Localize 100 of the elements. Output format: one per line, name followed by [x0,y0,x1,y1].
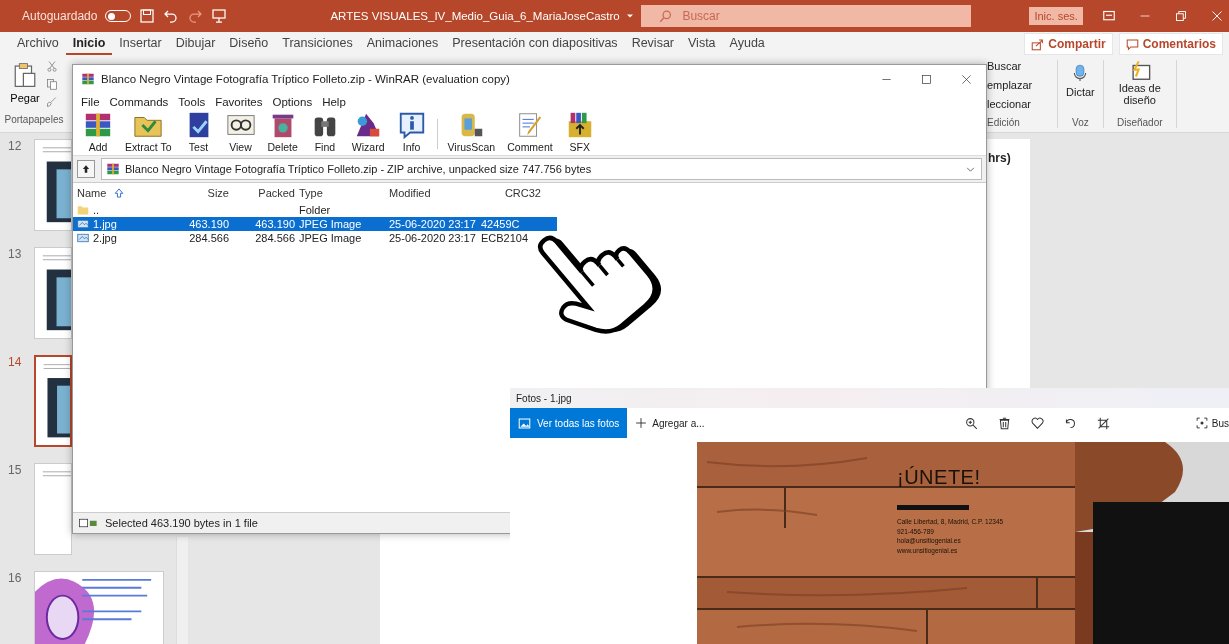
maximize-drawing [920,73,932,85]
table-cell-text: Folder [299,204,332,216]
add-to-button[interactable]: Agregar a... [627,417,713,429]
dictate-button[interactable]: Dictar [1066,60,1095,98]
window-title: Blanco Negro Vintage Fotografía Tríptico Folleto.zip - WinRAR (evaluation copy) [101,73,510,85]
window-title: Fotos - 1.jpg [516,392,572,404]
ribbon-tab[interactable]: Inicio [65,33,113,55]
menu-item[interactable]: Help [322,96,346,108]
ribbon-tab[interactable]: Ayuda [722,33,772,55]
menu-item[interactable]: Favorites [215,96,263,108]
menu-item[interactable]: File [81,96,100,108]
copy-icon [45,78,58,90]
toolbar-button[interactable]: Wizard [345,110,391,155]
image-file-icon [77,218,89,230]
toolbar-button[interactable]: View [219,110,262,155]
toolbar-button[interactable]: Delete [261,110,304,155]
toolbar-button[interactable]: Add [77,110,119,155]
ribbon-tab[interactable]: Dibujar [168,33,223,55]
slide-text: hrs) [988,151,1011,165]
search-button[interactable]: Bus [1195,417,1229,429]
slide-thumbnail[interactable] [34,355,72,447]
file-name: 2.jpg [93,232,117,244]
rotate-drawing [1063,416,1077,430]
sort-arrow-icon [114,188,125,198]
column-header[interactable]: CRC32 [481,187,541,199]
toolbar-button[interactable]: Comment [501,110,559,155]
ribbon-display-drawing [1101,10,1116,22]
group-label: Voz [1072,117,1089,128]
table-cell-text: 463.190 [188,218,229,230]
share-icon [1031,37,1045,51]
column-header[interactable]: Size [177,187,229,199]
ribbon-tab[interactable]: Diseño [222,33,276,55]
ribbon-tab[interactable]: Vista [681,33,723,55]
trash-drawing [997,416,1011,430]
undo-icon [163,8,180,24]
path-field[interactable]: Blanco Negro Vintage Fotografía Tríptico Folleto.zip - ZIP archive, unpacked size 747.756 bytes [101,158,982,180]
flyer-heading: ¡ÚNETE! [897,466,982,489]
column-header[interactable]: Name [77,187,173,199]
dropdown-caret-icon [625,12,634,20]
paste-button[interactable]: Pegar [10,60,40,104]
gallery-icon [518,416,531,430]
ribbon-tab[interactable]: Insertar [112,33,169,55]
plus-icon [635,417,648,429]
save-icon [139,8,156,24]
menu-item[interactable]: Tools [178,96,206,108]
view-all-photos-button[interactable]: Ver todas las fotos [510,408,628,438]
table-cell-text: JPEG Image [299,232,363,244]
toolbar-button[interactable]: Extract To [119,110,178,155]
file-row[interactable]: .. Folder [73,203,557,217]
ribbon-tab[interactable]: Transiciones [275,33,360,55]
file-name: 1.jpg [93,218,117,230]
toolbar-button[interactable]: Find [303,110,346,155]
autosave-label: Autoguardado [22,9,98,23]
slide-number: 15 [8,463,20,477]
document-title[interactable]: ARTES VISUALES_IV_Medio_Guia_6_MariaJoseCastro [330,10,620,22]
toolbar-button[interactable]: Info [390,110,433,155]
dropdown-caret-icon [966,164,975,174]
column-header[interactable]: Type [299,187,385,199]
comments-button[interactable]: Comentarios [1118,33,1223,55]
zoom-in-drawing [964,416,978,430]
column-header[interactable]: Packed [233,187,295,199]
ribbon-tab[interactable]: Animaciones [359,33,446,55]
brush-icon [45,96,58,108]
file-row[interactable]: 1.jpg 463.190 463.190 JPEG Image 25-06-2020 23:17 42459C [73,217,557,231]
ribbon-command[interactable]: emplazar [987,79,1033,91]
design-ideas-button[interactable]: Ideas de diseño [1111,60,1168,106]
ribbon-command[interactable]: Buscar [987,60,1022,72]
image-file-icon [77,232,89,244]
slide-number: 13 [8,247,20,261]
ribbon-tab[interactable]: Presentación con diapositivas [445,33,625,55]
group-label: Edición [987,117,1020,128]
toolbar-button[interactable]: VirusScan [441,110,502,155]
table-cell-text: ECB2104 [481,232,530,244]
column-header[interactable]: Modified [389,187,477,199]
up-folder-button[interactable] [77,160,95,178]
archive-status-icon [77,517,99,529]
group-label: Diseñador [1116,117,1163,128]
toolbar-button[interactable]: Test [177,110,220,155]
ribbon-command[interactable]: leccionar [987,98,1032,110]
slide-number: 16 [8,571,20,585]
table-cell-text: 284.566 [188,232,229,244]
crop-drawing [1096,416,1110,430]
table-cell-text: 284.566 [254,232,295,244]
scrollbar[interactable] [176,537,188,644]
ribbon-tab[interactable]: Archivo [10,33,66,55]
comment-icon [1125,37,1139,51]
close-drawing [1210,10,1223,22]
table-cell: 25-06-2020 23:17 [389,232,477,244]
search-icon [659,9,673,23]
menu-item[interactable]: Options [272,96,313,108]
archive-icon [106,162,120,176]
table-cell-text: JPEG Image [299,218,363,230]
archive-icon [81,72,95,86]
table-cell-text: 463.190 [254,218,295,230]
ribbon-tab[interactable]: Revisar [624,33,681,55]
table-cell-text: 42459C [481,218,521,230]
redo-icon [187,8,204,24]
menu-item[interactable]: Commands [109,96,169,108]
share-button[interactable]: Compartir [1024,33,1113,55]
toolbar-button[interactable]: SFX [558,110,601,155]
